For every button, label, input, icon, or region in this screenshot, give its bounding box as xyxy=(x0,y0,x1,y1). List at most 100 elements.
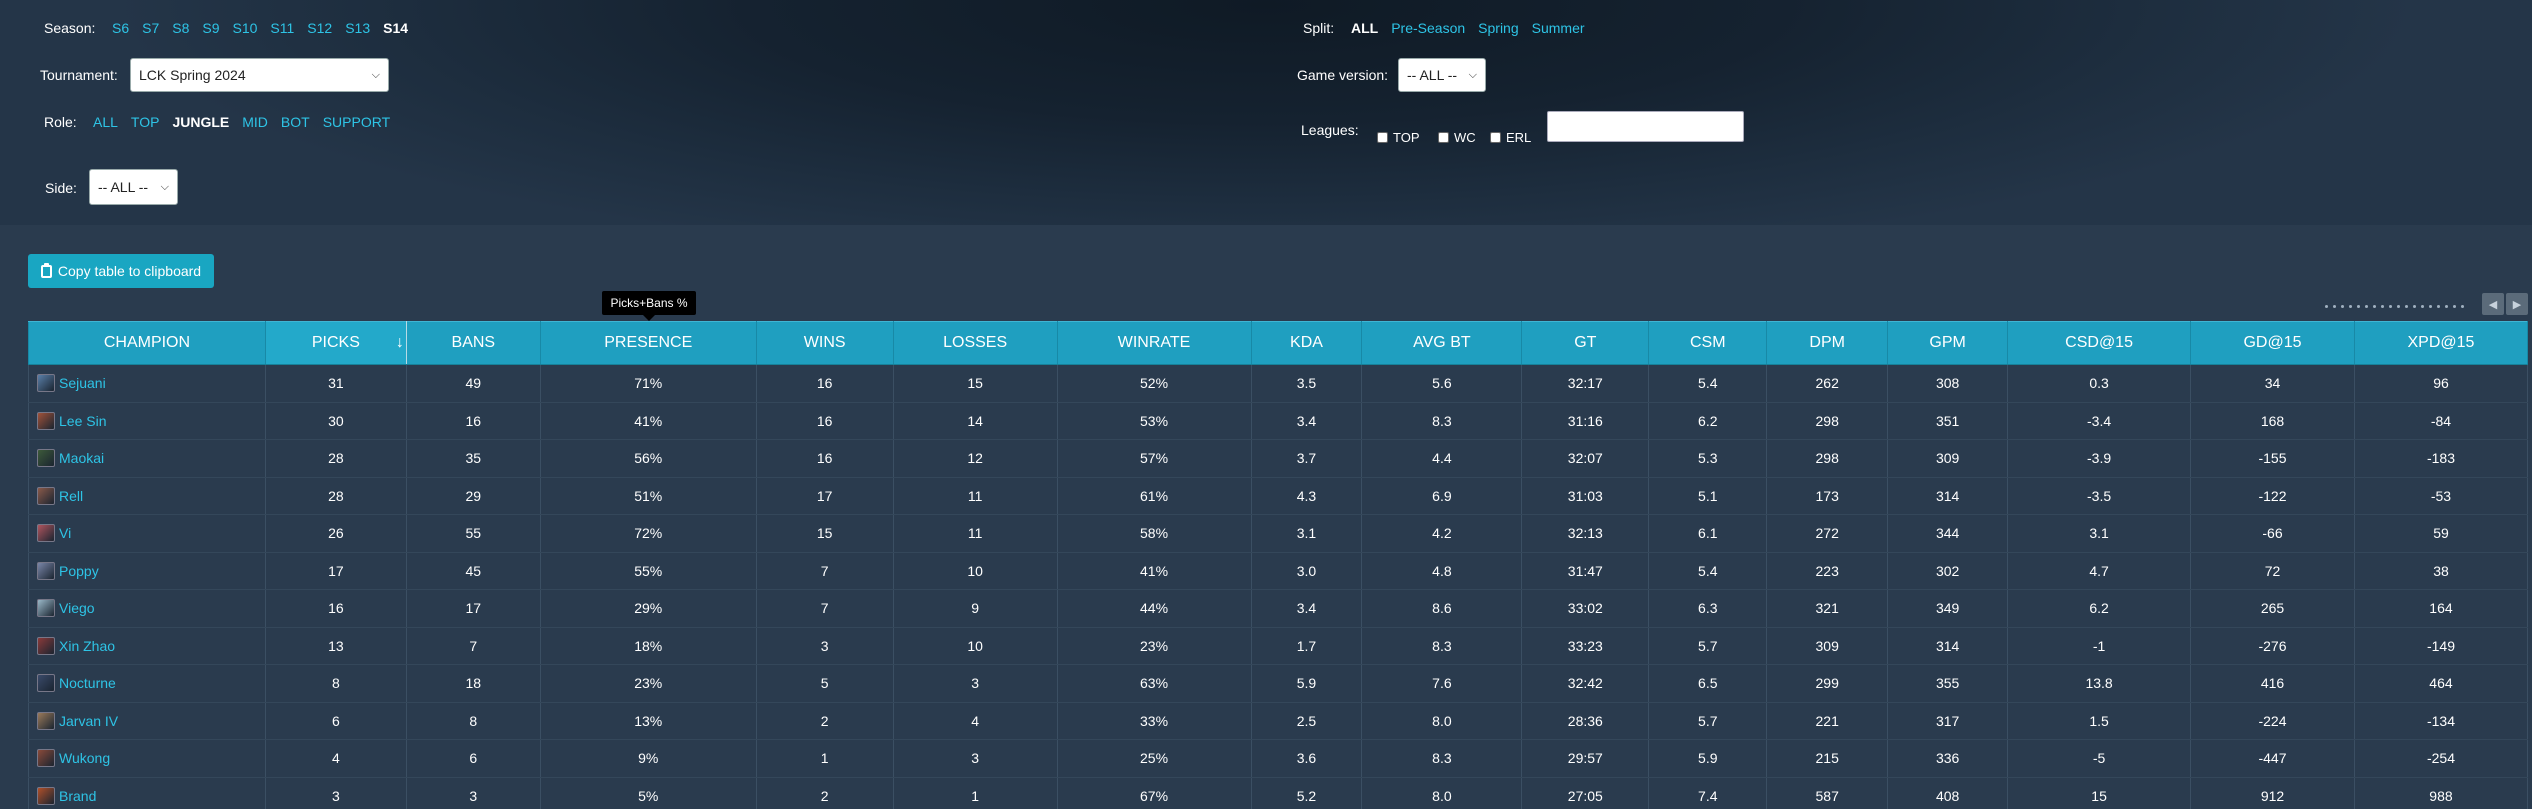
champion-link[interactable]: Viego xyxy=(59,600,95,616)
stat-cell-xpd-15: 96 xyxy=(2353,364,2529,403)
column-header-bans[interactable]: BANS xyxy=(405,321,541,365)
stat-cell-bans: 16 xyxy=(405,402,541,440)
season-option-s14[interactable]: S14 xyxy=(383,20,408,36)
role-option-support[interactable]: SUPPORT xyxy=(323,114,390,130)
stat-cell-gpm: 317 xyxy=(1887,702,2009,740)
champion-link[interactable]: Wukong xyxy=(59,750,110,766)
copy-table-button[interactable]: Copy table to clipboard xyxy=(28,254,214,288)
stat-cell-bans: 49 xyxy=(405,364,541,403)
stat-cell-winrate: 41% xyxy=(1056,552,1252,590)
copy-table-label: Copy table to clipboard xyxy=(57,263,202,279)
checkbox-icon[interactable] xyxy=(1438,132,1449,143)
column-header-wins[interactable]: WINS xyxy=(755,321,894,365)
stat-cell-bans: 7 xyxy=(405,627,541,665)
column-header-gt[interactable]: GT xyxy=(1521,321,1650,365)
column-header-dpm[interactable]: DPM xyxy=(1766,321,1889,365)
champion-link[interactable]: Maokai xyxy=(59,450,104,466)
column-header-kda[interactable]: KDA xyxy=(1250,321,1363,365)
stat-cell-xpd-15: 164 xyxy=(2353,589,2529,628)
split-option-summer[interactable]: Summer xyxy=(1532,20,1585,36)
role-option-top[interactable]: TOP xyxy=(131,114,160,130)
split-option-pre-season[interactable]: Pre-Season xyxy=(1391,20,1465,36)
role-option-bot[interactable]: BOT xyxy=(281,114,310,130)
stat-cell-presence: 5% xyxy=(539,777,757,809)
column-header-gd-15[interactable]: GD@15 xyxy=(2190,321,2355,365)
column-header-csd-15[interactable]: CSD@15 xyxy=(2007,321,2192,365)
league-checkbox-wc[interactable]: WC xyxy=(1438,130,1476,145)
checkbox-icon[interactable] xyxy=(1377,132,1388,143)
season-option-s7[interactable]: S7 xyxy=(142,20,159,36)
column-header-picks[interactable]: PICKS ↓ xyxy=(264,321,407,365)
stat-cell-gpm: 344 xyxy=(1887,514,2009,553)
champion-link[interactable]: Poppy xyxy=(59,563,99,579)
stat-cell-kda: 3.1 xyxy=(1250,514,1363,553)
season-option-s8[interactable]: S8 xyxy=(172,20,189,36)
stat-cell-gt: 32:07 xyxy=(1521,439,1650,478)
champion-portrait-icon xyxy=(37,411,55,430)
champion-link[interactable]: Rell xyxy=(59,488,83,504)
season-option-s12[interactable]: S12 xyxy=(307,20,332,36)
stat-cell-gd-15: 168 xyxy=(2190,402,2355,440)
game-version-select[interactable]: -- ALL -- ⌵ xyxy=(1398,58,1486,92)
stat-cell-winrate: 53% xyxy=(1056,402,1252,440)
season-option-s10[interactable]: S10 xyxy=(233,20,258,36)
champion-cell: Nocturne xyxy=(28,664,266,703)
champion-portrait-icon xyxy=(37,749,55,768)
side-select[interactable]: -- ALL -- ⌵ xyxy=(89,169,178,205)
checkbox-icon[interactable] xyxy=(1490,132,1501,143)
champion-link[interactable]: Nocturne xyxy=(59,675,116,691)
stat-cell-kda: 4.3 xyxy=(1250,477,1363,515)
league-checkbox-top[interactable]: TOP xyxy=(1377,130,1420,145)
stat-cell-picks: 17 xyxy=(264,552,407,590)
stat-cell-avg-bt: 4.2 xyxy=(1361,514,1523,553)
leagues-search-input[interactable] xyxy=(1547,111,1744,142)
stat-cell-kda: 3.6 xyxy=(1250,739,1363,778)
split-option-all[interactable]: ALL xyxy=(1351,20,1378,36)
champion-link[interactable]: Brand xyxy=(59,788,96,804)
column-header-winrate[interactable]: WINRATE xyxy=(1056,321,1252,365)
column-header-losses[interactable]: LOSSES xyxy=(892,321,1058,365)
stat-cell-presence: 23% xyxy=(539,664,757,703)
split-options: ALL Pre-Season Spring Summer xyxy=(1351,20,1598,36)
stat-cell-csd-15: 0.3 xyxy=(2007,364,2192,403)
scroll-right-button[interactable]: ▶ xyxy=(2506,293,2528,315)
chevron-down-icon: ⌵ xyxy=(160,180,169,193)
stat-cell-wins: 16 xyxy=(755,364,894,403)
column-header-avg-bt[interactable]: AVG BT xyxy=(1361,321,1523,365)
season-option-s9[interactable]: S9 xyxy=(202,20,219,36)
champion-link[interactable]: Sejuani xyxy=(59,375,106,391)
league-checkbox-erl[interactable]: ERL xyxy=(1490,130,1531,145)
champion-cell: Brand xyxy=(28,777,266,809)
season-option-s6[interactable]: S6 xyxy=(112,20,129,36)
stat-cell-csm: 7.4 xyxy=(1648,777,1768,809)
column-header-xpd-15[interactable]: XPD@15 xyxy=(2353,321,2529,365)
role-option-jungle[interactable]: JUNGLE xyxy=(172,114,229,130)
season-option-s11[interactable]: S11 xyxy=(270,20,294,36)
stat-cell-gpm: 309 xyxy=(1887,439,2009,478)
role-option-all[interactable]: ALL xyxy=(93,114,118,130)
champion-link[interactable]: Xin Zhao xyxy=(59,638,115,654)
stat-cell-gt: 32:13 xyxy=(1521,514,1650,553)
champion-portrait-icon xyxy=(37,711,55,730)
stat-cell-wins: 15 xyxy=(755,514,894,553)
column-header-presence[interactable]: PRESENCE xyxy=(539,321,757,365)
champion-link[interactable]: Jarvan IV xyxy=(59,713,118,729)
stat-cell-wins: 5 xyxy=(755,664,894,703)
column-header-champion[interactable]: CHAMPION xyxy=(28,321,266,365)
column-header-gpm[interactable]: GPM xyxy=(1887,321,2009,365)
champion-portrait-icon xyxy=(37,449,55,468)
scroll-left-button[interactable]: ◀ xyxy=(2482,293,2504,315)
stat-cell-csd-15: -3.4 xyxy=(2007,402,2192,440)
stat-cell-gpm: 302 xyxy=(1887,552,2009,590)
split-option-spring[interactable]: Spring xyxy=(1478,20,1518,36)
column-header-csm[interactable]: CSM xyxy=(1648,321,1768,365)
stat-cell-dpm: 215 xyxy=(1766,739,1889,778)
role-option-mid[interactable]: MID xyxy=(242,114,268,130)
stat-cell-dpm: 272 xyxy=(1766,514,1889,553)
champion-link[interactable]: Vi xyxy=(59,525,71,541)
season-option-s13[interactable]: S13 xyxy=(345,20,370,36)
stat-cell-wins: 16 xyxy=(755,439,894,478)
stat-cell-wins: 3 xyxy=(755,627,894,665)
tournament-select[interactable]: LCK Spring 2024 ⌵ xyxy=(130,58,389,92)
champion-link[interactable]: Lee Sin xyxy=(59,413,106,429)
